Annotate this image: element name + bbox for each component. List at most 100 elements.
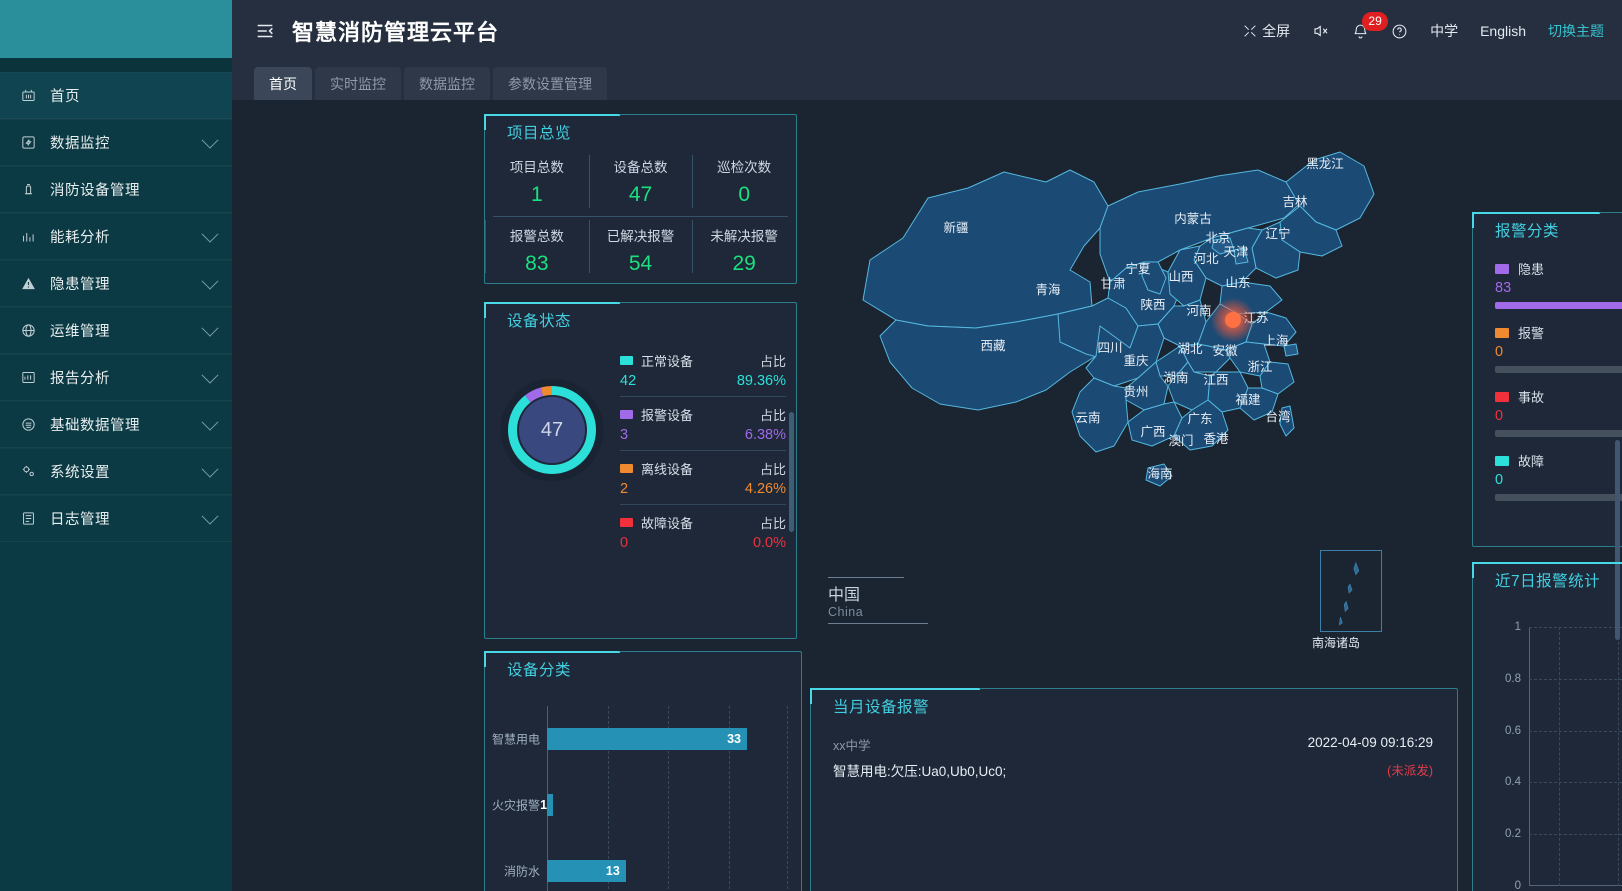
category-count: 83: [1495, 280, 1512, 296]
theme-switch[interactable]: 切换主题: [1548, 21, 1604, 41]
category-progress-track: [1495, 366, 1622, 373]
panel-title-seven-day-stats: 近7日报警统计: [1495, 573, 1601, 590]
sidebar-item-2[interactable]: 数据监控: [0, 119, 232, 166]
sidebar-item-label: 报告分析: [50, 371, 110, 387]
tab-3[interactable]: 数据监控: [404, 67, 490, 100]
alarm-row-1[interactable]: xx中学 2022-04-09 09:16:29 智慧用电:欠压:Ua0,Ub0,U…: [833, 735, 1433, 780]
province-label-25: 江西: [1203, 373, 1228, 387]
sidebar-item-5[interactable]: 隐患管理: [0, 260, 232, 307]
province-label-3: 辽宁: [1265, 226, 1290, 241]
account-menu[interactable]: 中学: [1430, 21, 1458, 41]
chevron-down-icon[interactable]: [201, 225, 219, 243]
sidebar-item-label: 运维管理: [50, 324, 110, 340]
legend-color-swatch: [620, 518, 633, 527]
chevron-down-icon[interactable]: [201, 272, 219, 290]
legend-count: 0: [620, 535, 629, 551]
legend-ratio-label: 占比: [759, 462, 786, 477]
device-status-scrollbar-thumb[interactable]: [789, 412, 794, 532]
province-label-27: 福建: [1235, 392, 1261, 407]
badge-rule-bottom: [828, 623, 928, 624]
bar-chart-category-label: 火灾报警: [491, 798, 540, 813]
page-scrollbar-thumb[interactable]: [1615, 440, 1620, 640]
sidebar-item-6[interactable]: 运维管理: [0, 307, 232, 354]
notifications-button[interactable]: 29: [1352, 11, 1389, 40]
province-label-9: 山西: [1168, 270, 1193, 284]
device-status-donut[interactable]: 47: [497, 375, 607, 485]
chevron-down-icon[interactable]: [201, 507, 219, 525]
chevron-down-icon[interactable]: [201, 460, 219, 478]
legend-count: 3: [620, 427, 629, 443]
sidebar-item-label: 基础数据管理: [50, 418, 140, 434]
overview-cell-label: 已解决报警: [606, 229, 675, 244]
legend-color-swatch: [620, 356, 633, 365]
panel-title-device-status: 设备状态: [507, 313, 572, 330]
dashboard: 黑龙江 吉林 辽宁 内蒙古 新疆 北京 天津 河北 山西 山东 宁夏 甘肃 青海 陕西 河南 江苏 西藏 四川 湖北…: [232, 100, 1622, 891]
line-chart-y-tick: 0.8: [1505, 672, 1521, 685]
sidebar-item-7[interactable]: 报告分析: [0, 354, 232, 401]
question-circle-icon: [1392, 24, 1407, 38]
line-chart-gridline: [1529, 782, 1622, 784]
map-country-en: China: [828, 605, 864, 619]
tab-4[interactable]: 参数设置管理: [493, 67, 607, 100]
chevron-down-icon[interactable]: [201, 413, 219, 431]
province-label-15: 河南: [1186, 303, 1211, 318]
legend-color-swatch: [620, 464, 633, 473]
category-name: 隐患: [1518, 262, 1545, 277]
china-map[interactable]: 黑龙江 吉林 辽宁 内蒙古 新疆 北京 天津 河北 山西 山东 宁夏 甘肃 青海 陕西 河南 江苏 西藏 四川 湖北…: [808, 110, 1468, 670]
device-classification-chart[interactable]: 010203039.6智慧用电33火灾报警1消防水13: [485, 686, 801, 891]
fullscreen-label: 全屏: [1262, 23, 1291, 39]
home-icon: [18, 86, 38, 106]
chevron-down-icon[interactable]: [201, 319, 219, 337]
overview-cell-value: 47: [628, 183, 653, 206]
help-button[interactable]: [1391, 23, 1408, 40]
sidebar-item-4[interactable]: 能耗分析: [0, 213, 232, 260]
sidebar-item-10[interactable]: 日志管理: [0, 495, 232, 542]
legend-name: 离线设备: [641, 462, 694, 477]
legend-count: 42: [620, 373, 637, 389]
tab-2[interactable]: 实时监控: [315, 67, 401, 100]
province-label-28: 云南: [1075, 410, 1100, 425]
category-name: 故障: [1518, 454, 1545, 469]
province-label-20: 安徽: [1212, 343, 1238, 358]
speaker-muted-icon: [1314, 25, 1328, 37]
province-label-32: 香港: [1203, 432, 1229, 446]
alarm-category-list: 隐患占比83100.0% 报警占比00.0% 事故占比00.0% 故障占比00.0%: [1495, 259, 1622, 515]
bar-chart-bar[interactable]: 33: [547, 727, 747, 750]
bar-chart-bar[interactable]: 1: [540, 794, 554, 816]
language-switch[interactable]: English: [1480, 23, 1526, 39]
province-label-21: 上海: [1263, 333, 1289, 348]
sidebar-item-label: 隐患管理: [50, 277, 110, 293]
tab-1[interactable]: 首页: [254, 67, 312, 100]
chevron-down-icon[interactable]: [201, 131, 219, 149]
sidebar-item-8[interactable]: 基础数据管理: [0, 401, 232, 448]
fullscreen-button[interactable]: 全屏: [1242, 21, 1290, 41]
alarm-hotspot-point: [1225, 312, 1241, 328]
category-color-swatch: [1495, 327, 1509, 338]
sidebar-item-9[interactable]: 系统设置: [0, 448, 232, 495]
panel-title-month-alarms: 当月设备报警: [833, 699, 930, 716]
gears-icon: [18, 462, 38, 482]
top-bar-actions: 全屏 29 中学 English 切换主题: [1242, 11, 1604, 41]
province-label-34: 海南: [1147, 466, 1172, 481]
overview-cell-value: 54: [628, 252, 653, 275]
mute-button[interactable]: [1312, 22, 1330, 40]
sidebar-item-3[interactable]: 消防设备管理: [0, 166, 232, 213]
bar-chart-category-label: 消防水: [503, 864, 540, 879]
line-chart-gridline: [1529, 627, 1622, 628]
panel-alarm-category: 报警分类 隐患占比83100.0% 报警占比00.0% 事故占比00.0% 故障占比0…: [1472, 212, 1622, 547]
legend-name: 故障设备: [641, 516, 694, 531]
sidebar-item-1[interactable]: 首页: [0, 72, 232, 119]
province-label-19: 湖北: [1177, 341, 1203, 356]
monitor-bolt-icon: [18, 133, 38, 153]
menu-collapse-icon[interactable]: [254, 20, 276, 42]
panel-title-device-classification: 设备分类: [507, 662, 572, 679]
province-label-14: 陕西: [1140, 297, 1165, 312]
chevron-down-icon[interactable]: [201, 366, 219, 384]
line-chart-gridline-v: [1558, 627, 1560, 886]
seven-day-chart[interactable]: 00.20.40.60.8104-2204-2404-2604-28: [1505, 621, 1622, 891]
sidebar-logo: [0, 0, 232, 58]
south-sea-islands-label: 南海诸岛: [1312, 636, 1361, 650]
bar-chart-bar[interactable]: 13: [547, 860, 626, 882]
province-label-11: 宁夏: [1125, 261, 1151, 276]
category-progress-track: [1495, 430, 1622, 437]
